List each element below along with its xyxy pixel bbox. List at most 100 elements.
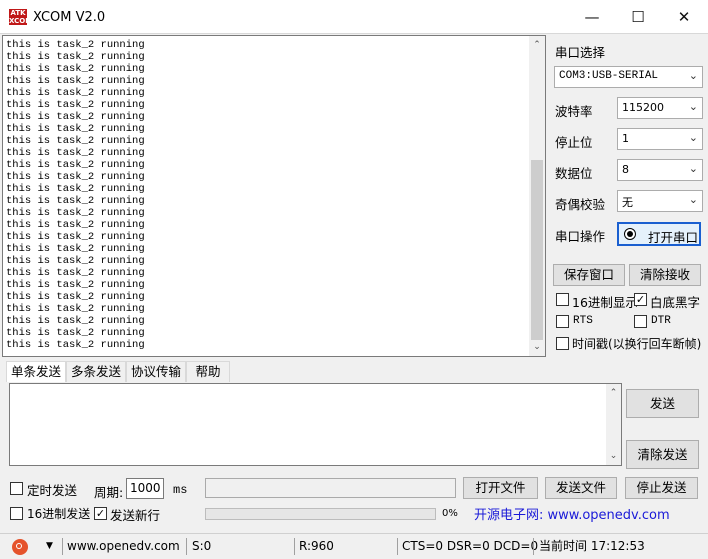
tab-multi-send[interactable]: 多条发送	[66, 361, 126, 382]
send-tabs: 单条发送 多条发送 协议传输 帮助	[2, 361, 708, 382]
data-bits-select[interactable]: 8 ⌄	[617, 159, 703, 181]
tab-single-send[interactable]: 单条发送	[6, 361, 66, 382]
timed-send-label: 定时发送	[27, 483, 78, 498]
port-select[interactable]: COM3:USB-SERIAL ⌄	[554, 66, 703, 88]
receive-line: this is task_2 running	[6, 303, 145, 315]
send-scrollbar[interactable]: ⌃ ⌄	[606, 384, 621, 465]
receive-line: this is task_2 running	[6, 111, 145, 123]
receive-line: this is task_2 running	[6, 159, 145, 171]
receive-line: this is task_2 running	[6, 87, 145, 99]
tab-help[interactable]: 帮助	[186, 361, 230, 382]
clear-send-button[interactable]: 清除发送	[626, 440, 699, 469]
minimize-button[interactable]: —	[569, 0, 615, 34]
receive-line: this is task_2 running	[6, 195, 145, 207]
scroll-down-arrow[interactable]: ⌄	[606, 449, 621, 463]
hex-send-label: 16进制发送	[27, 507, 91, 521]
close-button[interactable]: ✕	[661, 0, 707, 34]
white-black-checkbox[interactable]: ✓	[634, 293, 647, 306]
chevron-down-icon: ⌄	[688, 131, 698, 144]
receive-line: this is task_2 running	[6, 63, 145, 75]
stop-bits-label: 停止位	[555, 135, 593, 150]
timestamp-label: 时间戳(以换行回车断帧)	[572, 337, 702, 351]
status-sent-count: S:0	[192, 539, 212, 553]
hex-send-checkbox[interactable]	[10, 507, 23, 520]
receive-line: this is task_2 running	[6, 267, 145, 279]
timed-send-checkbox[interactable]	[10, 482, 23, 495]
tab-protocol[interactable]: 协议传输	[126, 361, 186, 382]
newline-checkbox[interactable]: ✓	[94, 507, 107, 520]
status-received-count: R:960	[299, 539, 334, 553]
send-progress-bar	[205, 508, 436, 520]
timestamp-checkbox[interactable]	[556, 337, 569, 350]
receive-line: this is task_2 running	[6, 339, 145, 351]
radio-icon	[624, 228, 636, 240]
receive-scrollbar[interactable]: ⌃ ⌄	[529, 36, 545, 356]
open-file-button[interactable]: 打开文件	[463, 477, 538, 499]
receive-textarea[interactable]: this is task_2 running this is task_2 run…	[2, 35, 546, 357]
rts-label: RTS	[573, 315, 593, 327]
rts-checkbox[interactable]	[556, 315, 569, 328]
check-icon: ✓	[95, 507, 106, 520]
status-bar: ▼ www.openedv.com S:0 R:960 CTS=0 DSR=0 …	[0, 533, 708, 558]
receive-line: this is task_2 running	[6, 327, 145, 339]
status-time: 当前时间 17:12:53	[539, 539, 645, 553]
receive-line: this is task_2 running	[6, 75, 145, 87]
chevron-down-icon: ⌄	[688, 100, 698, 113]
receive-line: this is task_2 running	[6, 219, 145, 231]
receive-line: this is task_2 running	[6, 183, 145, 195]
receive-line: this is task_2 running	[6, 243, 145, 255]
dtr-label: DTR	[651, 315, 671, 327]
receive-line: this is task_2 running	[6, 231, 145, 243]
clear-receive-button[interactable]: 清除接收	[629, 264, 701, 286]
period-label: 周期:	[94, 485, 124, 500]
receive-line: this is task_2 running	[6, 255, 145, 267]
stop-send-button[interactable]: 停止发送	[625, 477, 698, 499]
dropdown-arrow-icon[interactable]: ▼	[46, 534, 53, 559]
file-path-field[interactable]	[205, 478, 456, 498]
stop-bits-select[interactable]: 1 ⌄	[617, 128, 703, 150]
maximize-button[interactable]: ☐	[615, 0, 661, 34]
dtr-checkbox[interactable]	[634, 315, 647, 328]
status-lines: CTS=0 DSR=0 DCD=0	[402, 539, 539, 553]
receive-line: this is task_2 running	[6, 135, 145, 147]
save-window-button[interactable]: 保存窗口	[553, 264, 625, 286]
parity-select[interactable]: 无 ⌄	[617, 190, 703, 212]
progress-text: 0%	[442, 508, 458, 519]
receive-line: this is task_2 running	[6, 123, 145, 135]
receive-line: this is task_2 running	[6, 315, 145, 327]
parity-label: 奇偶校验	[555, 197, 606, 212]
receive-line: this is task_2 running	[6, 171, 145, 183]
scroll-up-arrow[interactable]: ⌃	[529, 38, 545, 52]
app-icon: ATK XCOM	[9, 9, 33, 25]
gear-icon[interactable]	[12, 539, 28, 555]
chevron-down-icon: ⌄	[688, 193, 698, 206]
white-black-label: 白底黑字	[650, 295, 701, 310]
send-file-button[interactable]: 发送文件	[545, 477, 617, 499]
port-operation-label: 串口操作	[555, 229, 606, 244]
receive-line: this is task_2 running	[6, 39, 145, 51]
receive-text: this is task_2 running this is task_2 run…	[6, 39, 524, 353]
scroll-thumb[interactable]	[531, 160, 543, 340]
check-icon: ✓	[635, 293, 646, 306]
data-bits-label: 数据位	[555, 166, 593, 181]
receive-line: this is task_2 running	[6, 207, 145, 219]
newline-label: 发送新行	[110, 508, 161, 523]
hex-display-checkbox[interactable]	[556, 293, 569, 306]
send-textarea[interactable]: ⌃ ⌄	[9, 383, 622, 466]
website-link[interactable]: 开源电子网: www.openedv.com	[474, 504, 670, 523]
period-input[interactable]: 1000	[126, 478, 164, 499]
baud-select[interactable]: 115200 ⌄	[617, 97, 703, 119]
port-label: 串口选择	[555, 45, 606, 60]
status-url[interactable]: www.openedv.com	[67, 534, 180, 559]
period-unit: ms	[173, 483, 188, 497]
send-button[interactable]: 发送	[626, 389, 699, 418]
open-port-button[interactable]: 打开串口	[617, 222, 701, 246]
scroll-down-arrow[interactable]: ⌄	[529, 340, 545, 354]
scroll-up-arrow[interactable]: ⌃	[606, 386, 621, 400]
receive-line: this is task_2 running	[6, 291, 145, 303]
receive-line: this is task_2 running	[6, 279, 145, 291]
hex-display-label: 16进制显示	[572, 295, 638, 310]
receive-line: this is task_2 running	[6, 147, 145, 159]
receive-line: this is task_2 running	[6, 51, 145, 63]
chevron-down-icon: ⌄	[688, 162, 698, 175]
